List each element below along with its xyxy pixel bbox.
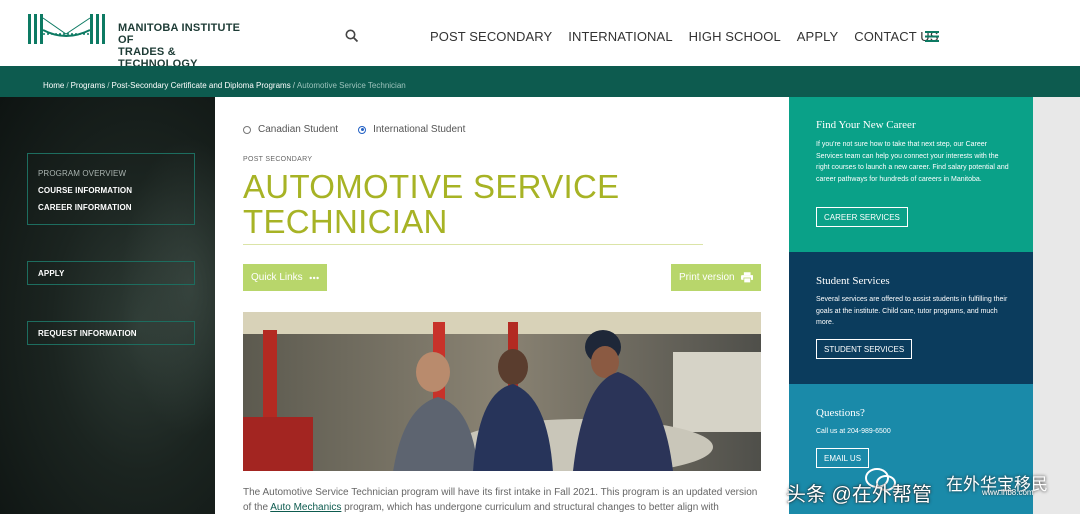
page-title-line-2: TECHNICIAN xyxy=(243,203,448,240)
nav-post-secondary[interactable]: POST SECONDARY xyxy=(430,29,552,44)
program-sidebar: PROGRAM OVERVIEW COURSE INFORMATION CARE… xyxy=(0,97,215,514)
print-version-label: Print version xyxy=(679,272,735,283)
sidebar-program-overview[interactable]: PROGRAM OVERVIEW xyxy=(38,169,126,178)
career-panel-text: If you're not sure how to take that next… xyxy=(816,141,1009,183)
nav-apply[interactable]: APPLY xyxy=(797,29,838,44)
watermark-main: 头条 @在外帮管 xyxy=(786,484,932,506)
nav-international[interactable]: INTERNATIONAL xyxy=(568,29,672,44)
breadcrumb-home[interactable]: Home xyxy=(43,81,64,90)
title-divider xyxy=(243,244,703,245)
breadcrumb: Home / Programs / Post-Secondary Certificate… xyxy=(43,81,406,90)
student-panel-title: Student Services xyxy=(816,275,890,287)
logo-line-1: MANITOBA INSTITUTE OF xyxy=(118,22,241,46)
email-us-button[interactable]: EMAIL US xyxy=(816,448,870,468)
watermark-overlay: 在外华宝移民 www.ihb8.com 头条 @在外帮管 xyxy=(786,468,1080,514)
breadcrumb-post-secondary[interactable]: Post-Secondary Certificate and Diploma P… xyxy=(112,81,291,90)
bridge-logo-icon xyxy=(28,14,105,44)
questions-panel-text: Call us at 204-989-6500 xyxy=(816,428,891,435)
ellipsis-icon xyxy=(309,276,319,279)
sidebar-course-information[interactable]: COURSE INFORMATION xyxy=(38,186,132,195)
breadcrumb-current: Automotive Service Technician xyxy=(296,81,406,90)
breadcrumb-separator: / xyxy=(292,81,295,90)
page-title-line-1: AUTOMOTIVE SERVICE xyxy=(243,168,620,205)
breadcrumb-separator: / xyxy=(66,81,69,90)
program-intro: The Automotive Service Technician progra… xyxy=(243,485,763,515)
main-nav: POST SECONDARY INTERNATIONAL HIGH SCHOOL… xyxy=(430,29,955,44)
quick-links-button[interactable]: Quick Links xyxy=(243,264,327,291)
page-title: AUTOMOTIVE SERVICE TECHNICIAN xyxy=(243,169,713,239)
program-hero-photo xyxy=(243,312,761,471)
quick-links-label: Quick Links xyxy=(251,272,303,283)
breadcrumb-separator: / xyxy=(107,81,110,90)
page-gutter xyxy=(1033,97,1080,514)
student-services-button[interactable]: STUDENT SERVICES xyxy=(816,339,913,359)
career-services-button[interactable]: CAREER SERVICES xyxy=(816,207,908,227)
watermark-url: www.ihb8.com xyxy=(982,488,1034,497)
print-version-button[interactable]: Print version xyxy=(671,264,761,291)
search-icon[interactable] xyxy=(344,28,360,44)
site-header: MANITOBA INSTITUTE OF TRADES & TECHNOLOG… xyxy=(0,0,1080,70)
breadcrumb-programs[interactable]: Programs xyxy=(71,81,106,90)
sidebar-career-information[interactable]: CAREER INFORMATION xyxy=(38,203,132,212)
questions-panel-title: Questions? xyxy=(816,407,865,419)
program-category: POST SECONDARY xyxy=(243,156,313,163)
student-services-panel: Student Services Several services are of… xyxy=(789,252,1033,384)
student-type-radio-group: Canadian Student International Student xyxy=(243,124,465,135)
intro-text-2: program, which has undergone curriculum … xyxy=(341,502,719,513)
sidebar-request-info-label[interactable]: REQUEST INFORMATION xyxy=(38,329,137,338)
radio-international-label[interactable]: International Student xyxy=(373,124,465,135)
printer-icon xyxy=(740,272,753,283)
student-panel-text: Several services are offered to assist s… xyxy=(816,296,1008,326)
radio-international[interactable] xyxy=(358,125,367,134)
sidebar-apply-label[interactable]: APPLY xyxy=(38,269,64,278)
logo-text: MANITOBA INSTITUTE OF TRADES & TECHNOLOG… xyxy=(118,22,246,70)
career-panel-title: Find Your New Career xyxy=(816,119,916,131)
main-content: Canadian Student International Student P… xyxy=(215,97,790,514)
radio-canadian-label[interactable]: Canadian Student xyxy=(258,124,338,135)
career-panel: Find Your New Career If you're not sure … xyxy=(789,97,1033,252)
nav-high-school[interactable]: HIGH SCHOOL xyxy=(689,29,781,44)
radio-canadian[interactable] xyxy=(243,125,251,134)
site-logo[interactable]: MANITOBA INSTITUTE OF TRADES & TECHNOLOG… xyxy=(26,12,246,70)
auto-mechanics-link[interactable]: Auto Mechanics xyxy=(270,502,341,513)
hamburger-menu-icon[interactable] xyxy=(925,31,939,42)
